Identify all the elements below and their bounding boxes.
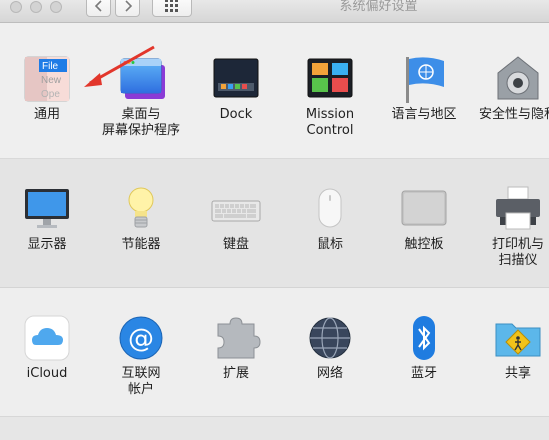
- svg-text:Ope: Ope: [41, 89, 60, 100]
- pref-security-label: 安全性与隐私: [478, 107, 549, 122]
- pref-mission-control-label: Mission Control: [305, 107, 355, 138]
- pref-internet-accounts-label: 互联网 帐户: [121, 366, 161, 397]
- pref-mouse-label: 鼠标: [316, 237, 343, 252]
- keyboard-icon: [208, 183, 264, 235]
- pref-mission-control[interactable]: Mission Control: [283, 53, 377, 139]
- pref-extensions[interactable]: 扩展: [189, 312, 283, 382]
- pref-displays[interactable]: 显示器: [0, 183, 94, 253]
- pref-sharing-label: 共享: [504, 366, 531, 381]
- pref-trackpad[interactable]: 触控板: [377, 183, 471, 253]
- internet-accounts-icon: @: [113, 312, 169, 364]
- window-title: 系统偏好设置: [339, 0, 418, 14]
- svg-text:File: File: [42, 61, 59, 72]
- dock-icon: [208, 53, 264, 105]
- mouse-icon: [302, 183, 358, 235]
- language-region-icon: [396, 53, 452, 105]
- pref-energy-label: 节能器: [121, 237, 161, 252]
- pref-bluetooth-label: 蓝牙: [410, 366, 437, 381]
- network-icon: [302, 312, 358, 364]
- pref-dock-label: Dock: [219, 107, 253, 122]
- icloud-icon: [19, 312, 75, 364]
- pref-sharing[interactable]: 共享: [471, 312, 549, 382]
- internet-section: iCloud @ 互联网 帐户 扩展 网络 蓝牙 共享: [0, 288, 549, 417]
- mission-control-icon: [302, 53, 358, 105]
- extensions-icon: [208, 312, 264, 364]
- pref-printers-scanners[interactable]: 打印机与 扫描仪: [471, 183, 549, 269]
- energy-saver-icon: [113, 183, 169, 235]
- bluetooth-icon: [396, 312, 452, 364]
- sharing-icon: [490, 312, 546, 364]
- pref-bluetooth[interactable]: 蓝牙: [377, 312, 471, 382]
- pref-desktop-label: 桌面与 屏幕保护程序: [101, 107, 180, 138]
- pref-network-label: 网络: [316, 366, 343, 381]
- pref-dock[interactable]: Dock: [189, 53, 283, 123]
- pref-trackpad-label: 触控板: [404, 237, 444, 252]
- pref-printers-label: 打印机与 扫描仪: [491, 237, 544, 268]
- displays-icon: [19, 183, 75, 235]
- general-icon: File New Ope: [19, 53, 75, 105]
- pref-language-region[interactable]: 语言与地区: [377, 53, 471, 123]
- pref-general-label: 通用: [33, 107, 60, 122]
- pref-energy-saver[interactable]: 节能器: [94, 183, 188, 253]
- pref-extensions-label: 扩展: [222, 366, 249, 381]
- pref-keyboard[interactable]: 键盘: [189, 183, 283, 253]
- pref-displays-label: 显示器: [27, 237, 67, 252]
- pref-language-label: 语言与地区: [391, 107, 457, 122]
- pref-icloud[interactable]: iCloud: [0, 312, 94, 382]
- pref-security-privacy[interactable]: 安全性与隐私: [471, 53, 549, 123]
- window-bottom: [0, 417, 549, 440]
- pref-icloud-label: iCloud: [26, 366, 68, 381]
- window-titlebar: 系统偏好设置: [0, 0, 549, 23]
- pref-network[interactable]: 网络: [283, 312, 377, 382]
- pref-internet-accounts[interactable]: @ 互联网 帐户: [94, 312, 188, 398]
- security-privacy-icon: [490, 53, 546, 105]
- hardware-section: 显示器 节能器 键盘 鼠标 触控板 打印机与 扫描仪: [0, 159, 549, 288]
- red-arrow-icon: [84, 45, 155, 87]
- svg-text:New: New: [41, 75, 62, 86]
- trackpad-icon: [396, 183, 452, 235]
- svg-text:@: @: [128, 324, 154, 354]
- printers-scanners-icon: [490, 183, 546, 235]
- pref-mouse[interactable]: 鼠标: [283, 183, 377, 253]
- personal-section: File New Ope 通用 桌面与 屏幕保护程序 Dock Mission …: [0, 23, 549, 159]
- pref-keyboard-label: 键盘: [222, 237, 249, 252]
